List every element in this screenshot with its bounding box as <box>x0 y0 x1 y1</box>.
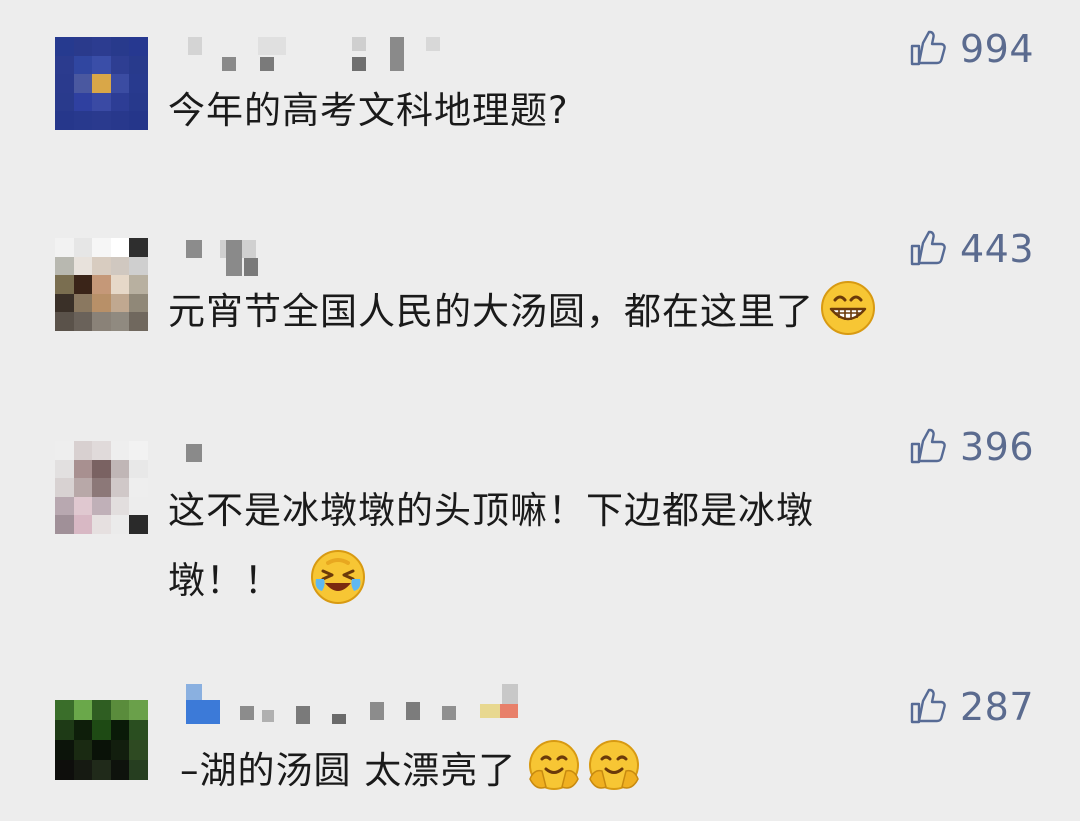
like-count: 994 <box>959 27 1034 71</box>
nickname-redacted[interactable] <box>170 35 530 75</box>
avatar[interactable] <box>55 700 148 780</box>
nickname-redacted[interactable] <box>170 440 530 480</box>
hugging-face-icon <box>586 739 642 795</box>
thumbs-up-icon <box>908 687 948 727</box>
laughing-crying-face-icon <box>310 549 366 605</box>
like-count: 287 <box>959 685 1034 729</box>
thumbs-up-icon <box>908 427 948 467</box>
comment-text: –湖的汤圆 太漂亮了 <box>180 736 980 806</box>
comment-text: 元宵节全国人民的大汤圆，都在这里了 <box>168 277 1048 347</box>
avatar[interactable] <box>55 238 148 331</box>
avatar[interactable] <box>55 37 148 130</box>
nickname-redacted[interactable] <box>170 684 530 724</box>
thumbs-up-icon <box>908 29 948 69</box>
nickname-redacted[interactable] <box>170 238 530 278</box>
comments-page: 994 今年的高考文科地理题? 443 元宵节全国人民的大汤圆，都在这里了 39… <box>0 0 1080 821</box>
comment-text: 今年的高考文科地理题? <box>168 89 569 132</box>
like-button[interactable]: 287 <box>908 684 1034 730</box>
like-count: 443 <box>959 227 1034 271</box>
hugging-face-icon <box>526 739 582 795</box>
like-button[interactable]: 396 <box>908 424 1034 470</box>
comment-text: 这不是冰墩墩的头顶嘛！下边都是冰墩 墩！！ <box>168 476 968 616</box>
thumbs-up-icon <box>908 229 948 269</box>
grinning-face-icon <box>820 280 876 336</box>
avatar[interactable] <box>55 441 148 534</box>
like-button[interactable]: 994 <box>908 26 1034 72</box>
like-count: 396 <box>959 425 1034 469</box>
like-button[interactable]: 443 <box>908 226 1034 272</box>
